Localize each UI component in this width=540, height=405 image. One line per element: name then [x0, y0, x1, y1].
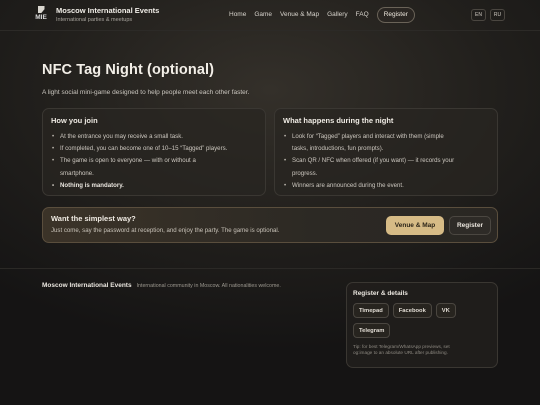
- list-item: At the entrance you may receive a small …: [51, 131, 257, 143]
- how-you-join-heading: How you join: [51, 116, 98, 125]
- nav-register-button[interactable]: Register: [376, 7, 415, 23]
- venue-map-button[interactable]: Venue & Map: [386, 216, 444, 235]
- what-happens-list: Look for “Tagged” players and interact w…: [283, 131, 489, 192]
- list-item: Look for “Tagged” players and interact w…: [283, 131, 489, 143]
- facebook-link[interactable]: Facebook: [392, 303, 432, 318]
- logo[interactable]: MIE: [32, 6, 50, 24]
- timepad-link[interactable]: Timepad: [353, 303, 389, 318]
- list-item-continuation: progress.: [292, 169, 318, 177]
- list-item: Scan QR / NFC when offered (if you want)…: [283, 155, 489, 167]
- brand-subtitle: International parties & meetups: [56, 17, 133, 23]
- list-item: The game is open to everyone — with or w…: [51, 155, 257, 167]
- what-happens-card: What happens during the night Look for “…: [274, 108, 498, 196]
- how-you-join-card: How you join At the entrance you may rec…: [42, 108, 266, 196]
- telegram-link[interactable]: Telegram: [353, 323, 391, 338]
- page-lead: A light social mini-game designed to hel…: [42, 89, 250, 96]
- list-item: Winners are announced during the event.: [283, 180, 489, 192]
- lang-en-wrap: EN: [471, 9, 486, 21]
- footer-divider: [0, 268, 540, 269]
- lang-ru-button[interactable]: RU: [490, 9, 505, 21]
- lang-en-button[interactable]: EN: [471, 9, 486, 21]
- vk-link[interactable]: VK: [435, 303, 456, 318]
- how-you-join-list: At the entrance you may receive a small …: [51, 131, 257, 192]
- logo-text: MIE: [35, 14, 47, 21]
- og-tip-line-2: og:image to an absolute URL after publis…: [353, 350, 448, 356]
- brand[interactable]: Moscow International Events Internationa…: [56, 6, 159, 24]
- page-title: NFC Tag Night (optional): [42, 62, 215, 78]
- footer-brand: Moscow International Events Internationa…: [42, 282, 281, 289]
- nav-gallery[interactable]: Gallery: [327, 7, 348, 23]
- lang-ru-wrap: RU: [490, 9, 505, 21]
- nav-home[interactable]: Home: [229, 7, 246, 23]
- main-nav: Home Game Venue & Map Gallery FAQ Regist…: [229, 7, 415, 23]
- list-item: Nothing is mandatory.: [51, 180, 257, 192]
- logo-mark-icon: [37, 6, 45, 13]
- register-links: Timepad Facebook VK Telegram: [353, 303, 491, 343]
- what-happens-heading: What happens during the night: [283, 116, 394, 125]
- register-button[interactable]: Register: [449, 216, 491, 235]
- list-item-continuation: tasks, introductions, fun prompts).: [292, 145, 384, 153]
- panel-heading: Register & details: [353, 290, 408, 297]
- site-header: MIE Moscow International Events Internat…: [0, 0, 540, 31]
- footer-name: Moscow International Events: [42, 282, 132, 289]
- brand-name: Moscow International Events: [56, 6, 160, 15]
- nav-venue-map[interactable]: Venue & Map: [280, 7, 319, 23]
- simplest-way-banner: Want the simplest way? Just come, say th…: [42, 207, 498, 243]
- nav-game[interactable]: Game: [254, 7, 272, 23]
- nav-faq[interactable]: FAQ: [356, 7, 369, 23]
- register-details-panel: Register & details Timepad Facebook VK T…: [346, 282, 498, 368]
- list-item: If completed, you can become one of 10–1…: [51, 143, 257, 155]
- list-item-text: The game is open to everyone — with or w…: [60, 157, 196, 165]
- list-item-continuation: smartphone.: [60, 169, 94, 177]
- footer-tagline: International community in Moscow. All n…: [136, 283, 281, 289]
